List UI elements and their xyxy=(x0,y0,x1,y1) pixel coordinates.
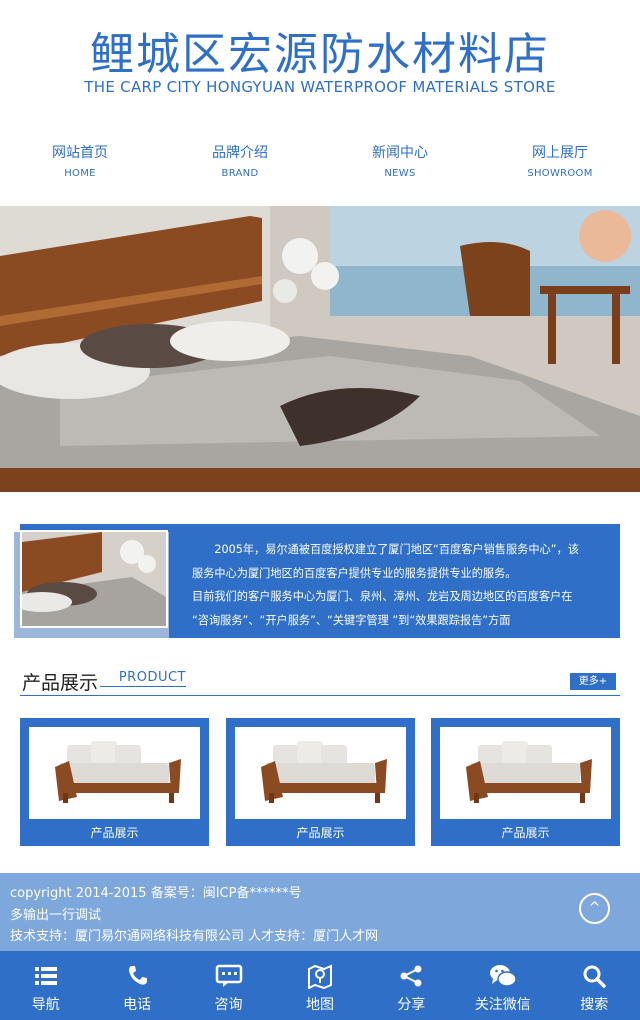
toolbar-label: 关注微信 xyxy=(474,997,531,1013)
product-name: 产品展示 xyxy=(501,826,550,840)
sofa-image xyxy=(235,727,406,819)
sofa-image xyxy=(29,727,200,819)
nav-label-en: SHOWROOM xyxy=(527,168,593,179)
toolbar-label: 分享 xyxy=(397,997,426,1013)
bottom-toolbar: 导航 电话 咨询 地图 分享 关注微信 搜索 xyxy=(0,951,640,1020)
product-name: 产品展示 xyxy=(90,826,139,840)
map-icon xyxy=(307,964,332,989)
toolbar-label: 搜索 xyxy=(580,997,609,1013)
menu-icon xyxy=(34,967,57,985)
about-section: 2005年，易尔通被百度授权建立了厦门地区“百度客户销售服务中心”，该 服务中心… xyxy=(14,524,620,638)
hero-banner-image xyxy=(0,206,640,492)
site-title: 鲤城区宏源防水材料店 xyxy=(90,29,550,80)
wechat-icon xyxy=(489,965,517,987)
toolbar-label: 地图 xyxy=(305,997,334,1013)
product-section-title: 产品展示 xyxy=(22,672,99,694)
about-line: 2005年，易尔通被百度授权建立了厦门地区“百度客户销售服务中心”，该 xyxy=(192,543,579,556)
product-card[interactable]: 产品展示 xyxy=(20,718,209,846)
copyright-text: copyright 2014-2015 备案号：闽ICP备******号 xyxy=(10,886,302,901)
toolbar-map-button[interactable]: 地图 xyxy=(274,951,365,1020)
site-header: 鲤城区宏源防水材料店 THE CARP CITY HONGYUAN WATERP… xyxy=(0,0,640,205)
product-name: 产品展示 xyxy=(296,826,345,840)
toolbar-nav-button[interactable]: 导航 xyxy=(0,951,91,1020)
toolbar-label: 导航 xyxy=(31,997,60,1013)
nav-item-home[interactable]: 网站首页 HOME xyxy=(0,142,160,182)
support-text: 技术支持：厦门易尔通网络科技有限公司 人才支持：厦门人才网 xyxy=(10,929,379,944)
nav-item-news[interactable]: 新闻中心 NEWS xyxy=(320,142,480,182)
toolbar-consult-button[interactable]: 咨询 xyxy=(183,951,274,1020)
product-card[interactable]: 产品展示 xyxy=(226,718,415,846)
nav-item-brand[interactable]: 品牌介绍 BRAND xyxy=(160,142,320,182)
nav-label-cn: 网站首页 xyxy=(52,145,108,161)
toolbar-phone-button[interactable]: 电话 xyxy=(91,951,182,1020)
product-card[interactable]: 产品展示 xyxy=(431,718,620,846)
share-icon xyxy=(400,965,422,987)
product-list: 产品展示 产品展示 产品展示 xyxy=(20,718,620,846)
search-icon xyxy=(583,965,606,988)
nav-label-cn: 新闻中心 xyxy=(372,145,428,161)
product-section-header: 产品展示 PRODUCT 更多+ xyxy=(20,664,620,696)
more-button[interactable]: 更多+ xyxy=(570,673,616,690)
toolbar-search-button[interactable]: 搜索 xyxy=(549,951,640,1020)
about-line: 目前我们的客户服务中心为厦门、泉州、漳州、龙岩及周边地区的百度客户在 xyxy=(192,590,573,603)
nav-label-en: HOME xyxy=(64,168,96,179)
site-footer: copyright 2014-2015 备案号：闽ICP备******号 多输出… xyxy=(0,873,640,951)
toolbar-label: 电话 xyxy=(123,997,152,1013)
chat-icon xyxy=(215,964,242,987)
about-image xyxy=(20,530,168,628)
nav-label-en: BRAND xyxy=(221,168,259,179)
phone-icon xyxy=(129,966,148,985)
about-line: “咨询服务”、“开户服务”、“关键字管理 ”到“效果跟踪报告”方面 xyxy=(192,613,511,627)
nav-label-cn: 品牌介绍 xyxy=(212,145,268,161)
back-to-top-button[interactable]: ^ xyxy=(579,893,610,924)
nav-label-cn: 网上展厅 xyxy=(532,145,588,161)
nav-label-en: NEWS xyxy=(384,168,416,179)
about-text: 2005年，易尔通被百度授权建立了厦门地区“百度客户销售服务中心”，该 服务中心… xyxy=(192,538,612,632)
sofa-image xyxy=(440,727,611,819)
about-line: 服务中心为厦门地区的百度客户提供专业的服务提供专业的服务。 xyxy=(192,566,517,580)
toolbar-share-button[interactable]: 分享 xyxy=(366,951,457,1020)
debug-text: 多输出一行调试 xyxy=(10,908,102,923)
nav-item-showroom[interactable]: 网上展厅 SHOWROOM xyxy=(480,142,640,182)
toolbar-label: 咨询 xyxy=(214,997,243,1013)
product-section-title-en: PRODUCT xyxy=(100,670,186,687)
site-subtitle: THE CARP CITY HONGYUAN WATERPROOF MATERI… xyxy=(84,78,556,96)
toolbar-wechat-button[interactable]: 关注微信 xyxy=(457,951,548,1020)
main-nav: 网站首页 HOME 品牌介绍 BRAND 新闻中心 NEWS 网上展厅 SHOW… xyxy=(0,142,640,182)
